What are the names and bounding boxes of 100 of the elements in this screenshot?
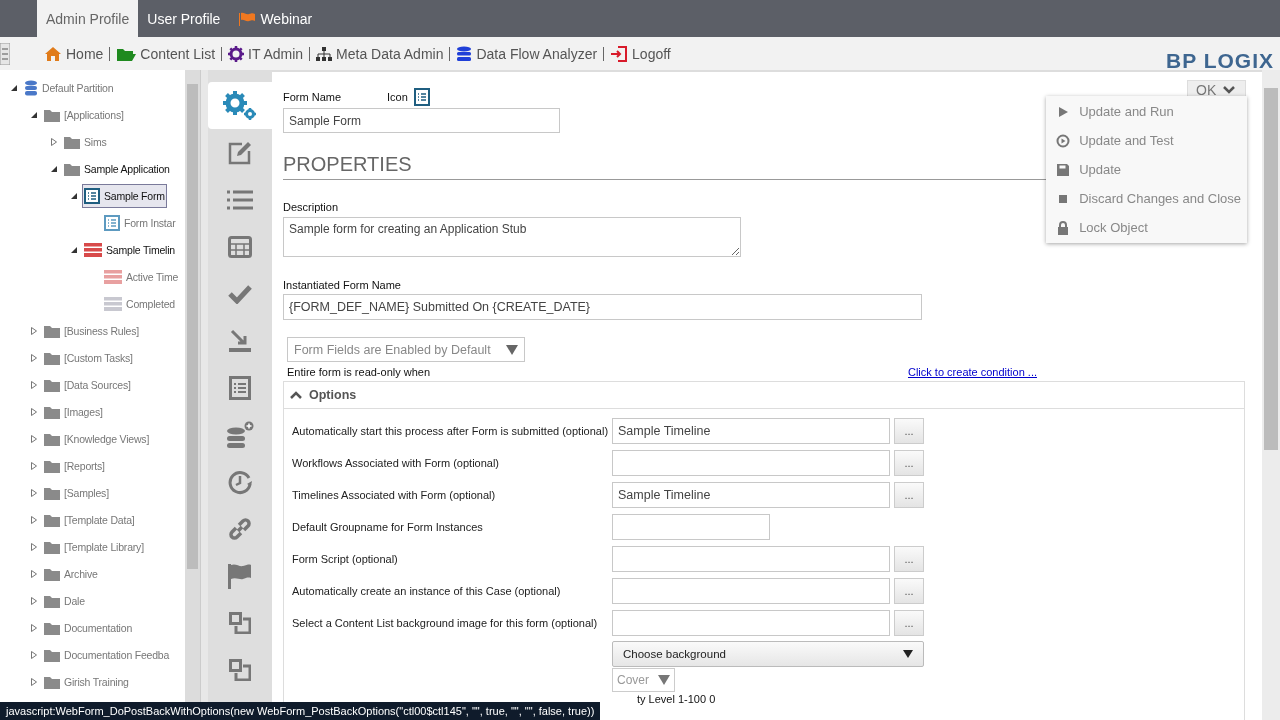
browse-button[interactable]: ... — [894, 482, 924, 508]
expand-arrow-icon[interactable] — [30, 515, 38, 524]
browse-button[interactable]: ... — [894, 450, 924, 476]
profile-tab[interactable]: Webinar — [229, 0, 322, 37]
instantiated-name-field[interactable]: {FORM_DEF_NAME} Submitted On {CREATE_DATE} — [283, 294, 922, 320]
folder-icon — [44, 431, 60, 446]
expand-arrow-icon[interactable] — [30, 569, 38, 578]
option-field[interactable] — [612, 578, 890, 604]
option-field[interactable] — [612, 514, 770, 540]
collapse-arrow-icon[interactable] — [70, 245, 78, 254]
gears-icon — [223, 90, 257, 121]
folder-icon — [44, 620, 60, 635]
nav-link[interactable]: Home — [40, 46, 108, 62]
collapse-arrow-icon[interactable] — [10, 83, 18, 92]
collapse-arrow-icon[interactable] — [30, 110, 38, 119]
option-field[interactable] — [612, 546, 890, 572]
tree-item[interactable]: Documentation — [42, 616, 135, 639]
status-link-tooltip: javascript:WebForm_DoPostBackWithOptions(new WebForm_PostBackOptions("ctl00$ctl145", "", true, "", "", false, true)) — [0, 702, 601, 720]
tree-item[interactable]: Sample Form — [82, 183, 167, 208]
expand-arrow-icon[interactable] — [30, 326, 38, 335]
tree-item[interactable]: Sims — [62, 130, 109, 153]
tree-item[interactable]: [Business Rules] — [42, 319, 141, 342]
expand-arrow-icon[interactable] — [30, 380, 38, 389]
option-field[interactable]: Sample Timeline — [612, 482, 890, 508]
tree-item[interactable]: Sample Timelin — [82, 238, 177, 261]
tree-item[interactable]: Active Time — [102, 265, 181, 288]
tree-item[interactable]: [Images] — [42, 400, 105, 423]
browse-button[interactable]: ... — [894, 418, 924, 444]
scrollbar[interactable] — [1262, 70, 1280, 720]
expand-arrow-icon[interactable] — [30, 461, 38, 470]
tree-item[interactable]: Completed — [102, 292, 177, 315]
tree-item[interactable]: Archive — [42, 562, 100, 585]
nav-link[interactable]: Data Flow Analyzer — [452, 46, 602, 62]
options-header[interactable]: Options — [284, 382, 1244, 409]
tree-item[interactable]: [Reports] — [42, 454, 107, 477]
tree-item[interactable]: Form Instar — [102, 210, 178, 235]
option-field[interactable] — [612, 450, 890, 476]
expand-arrow-icon[interactable] — [30, 677, 38, 686]
tree-item[interactable]: Documentation Feedba — [42, 643, 172, 666]
folder-icon — [44, 674, 60, 689]
folder-icon — [44, 512, 60, 527]
tree-item[interactable]: [Applications] — [42, 103, 126, 126]
menu-item[interactable]: Update and Test — [1046, 126, 1247, 155]
lock-icon — [1056, 220, 1071, 235]
tree-item[interactable]: Girish Training — [42, 670, 131, 693]
tree-item[interactable]: [Template Data] — [42, 508, 137, 531]
collapse-arrow-icon[interactable] — [70, 191, 78, 200]
tree-item[interactable]: [Custom Tasks] — [42, 346, 135, 369]
tree-item[interactable]: [Samples] — [42, 481, 111, 504]
browse-button[interactable]: ... — [894, 610, 924, 636]
side-tab[interactable] — [208, 82, 272, 129]
browse-button[interactable]: ... — [894, 578, 924, 604]
nav-link[interactable]: Meta Data Admin — [312, 46, 448, 62]
field-label: Instantiated Form Name — [283, 279, 402, 291]
collapse-arrow-icon[interactable] — [50, 164, 58, 173]
timeline-icon — [84, 242, 102, 257]
expand-arrow-icon[interactable] — [30, 407, 38, 416]
background-dropdown[interactable]: Choose background — [612, 641, 924, 667]
expand-arrow-icon[interactable] — [30, 623, 38, 632]
clock-refresh-icon — [227, 468, 253, 495]
tree-item[interactable]: [Knowledge Views] — [42, 427, 152, 450]
tree-item[interactable]: Default Partition — [22, 75, 116, 100]
house-icon — [44, 46, 62, 62]
tree-item[interactable]: [Data Sources] — [42, 373, 133, 396]
option-field[interactable]: Sample Timeline — [612, 418, 890, 444]
expand-arrow-icon[interactable] — [30, 650, 38, 659]
table-icon — [228, 235, 252, 258]
option-label: Workflows Associated with Form (optional) — [292, 457, 501, 469]
caret-icon — [658, 675, 670, 685]
expand-arrow-icon[interactable] — [30, 434, 38, 443]
menu-item[interactable]: Update and Run — [1046, 97, 1247, 126]
condition-link[interactable]: Click to create condition ... — [908, 366, 1037, 378]
fit-dropdown[interactable]: Cover — [612, 668, 675, 692]
option-field[interactable] — [612, 610, 890, 636]
form-name-field[interactable]: Sample Form — [283, 108, 560, 133]
tree-item[interactable]: Sample Application — [62, 157, 172, 180]
form-list-icon — [104, 214, 120, 231]
expand-arrow-icon[interactable] — [50, 137, 58, 146]
tree-item[interactable]: Dale — [42, 589, 87, 612]
option-label: Timelines Associated with Form (optional) — [292, 489, 497, 501]
description-field[interactable]: Sample form for creating an Application Stub — [283, 217, 741, 257]
fields-dropdown[interactable]: Form Fields are Enabled by Default — [287, 337, 525, 362]
expand-arrow-icon[interactable] — [30, 596, 38, 605]
tree-item[interactable]: [Template Library] — [42, 535, 146, 558]
menu-item[interactable]: Discard Changes and Close — [1046, 184, 1247, 213]
profile-tab[interactable]: User Profile — [138, 0, 230, 37]
menu-item[interactable]: Lock Object — [1046, 213, 1247, 242]
expand-arrow-icon[interactable] — [30, 488, 38, 497]
nav-link[interactable]: Content List — [112, 46, 220, 62]
browse-button[interactable]: ... — [894, 546, 924, 572]
nav-link[interactable]: Logoff — [606, 46, 675, 62]
expand-arrow-icon[interactable] — [30, 353, 38, 362]
add-database-icon — [226, 420, 254, 449]
form-list-icon[interactable] — [413, 88, 430, 106]
field-label: Icon — [387, 91, 408, 103]
expand-arrow-icon[interactable] — [30, 542, 38, 551]
form-list-icon — [229, 375, 251, 400]
nav-link[interactable]: IT Admin — [224, 46, 308, 62]
profile-tab[interactable]: Admin Profile — [37, 0, 139, 37]
caret-icon — [506, 344, 518, 355]
